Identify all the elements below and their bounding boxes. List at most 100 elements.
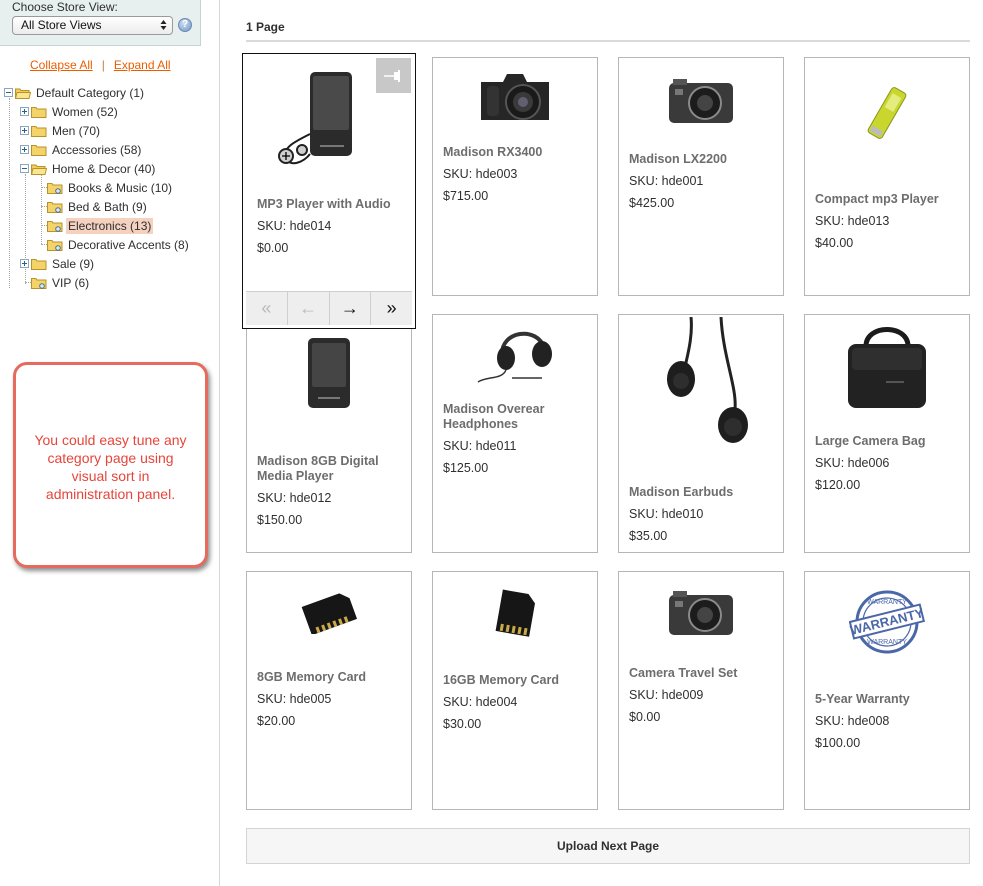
folder-open-icon bbox=[31, 163, 47, 175]
memory-card-image bbox=[257, 582, 401, 642]
expand-toggle-icon[interactable] bbox=[20, 107, 29, 116]
move-first-button[interactable]: « bbox=[246, 292, 288, 325]
heading-divider bbox=[246, 40, 970, 42]
headphones-image bbox=[443, 319, 587, 387]
product-card[interactable]: Madison Overear Headphones SKU: hde011 $… bbox=[432, 314, 598, 553]
product-card[interactable]: 8GB Memory Card SKU: hde005 $20.00 bbox=[246, 571, 412, 810]
tree-node-label: Electronics (13) bbox=[66, 217, 154, 234]
pin-button[interactable] bbox=[376, 58, 411, 93]
product-price: $425.00 bbox=[629, 196, 675, 210]
collapse-toggle-icon[interactable] bbox=[20, 164, 29, 173]
tree-node-decorative-accents[interactable]: Decorative Accents (8) bbox=[47, 236, 191, 253]
product-sku: SKU: hde011 bbox=[443, 439, 517, 453]
product-price: $30.00 bbox=[443, 717, 482, 731]
tree-node-label: Home & Decor (40) bbox=[52, 161, 156, 176]
product-card[interactable]: Madison RX3400 SKU: hde003 $715.00 bbox=[432, 57, 598, 296]
expand-toggle-icon[interactable] bbox=[20, 126, 29, 135]
camera-bag-image bbox=[815, 317, 959, 413]
product-card[interactable]: Compact mp3 Player SKU: hde013 $40.00 bbox=[804, 57, 970, 296]
product-card[interactable]: Large Camera Bag SKU: hde006 $120.00 bbox=[804, 314, 970, 553]
upload-next-page-button[interactable]: Upload Next Page bbox=[246, 828, 970, 864]
tree-node-women[interactable]: Women (52) bbox=[20, 103, 120, 120]
folder-icon bbox=[31, 106, 47, 118]
help-icon[interactable]: ? bbox=[178, 18, 192, 32]
expand-toggle-icon[interactable] bbox=[20, 145, 29, 154]
product-sku: SKU: hde001 bbox=[629, 174, 704, 188]
product-card[interactable]: 16GB Memory Card SKU: hde004 $30.00 bbox=[432, 571, 598, 810]
product-price: $100.00 bbox=[815, 736, 861, 750]
product-name: Camera Travel Set bbox=[629, 666, 738, 680]
double-left-arrow-icon: « bbox=[261, 298, 272, 318]
tree-node-default-category[interactable]: Default Category (1) bbox=[4, 84, 146, 101]
stamp-top-text: WARRANTY bbox=[867, 599, 907, 606]
product-sku: SKU: hde006 bbox=[815, 456, 890, 470]
double-right-arrow-icon: » bbox=[386, 298, 397, 318]
tree-node-vip[interactable]: VIP (6) bbox=[31, 274, 91, 291]
stamp-bottom-text: WARRANTY bbox=[867, 639, 907, 646]
warranty-stamp-image: WARRANTY WARRANTY WARRANTY bbox=[815, 582, 959, 662]
tree-node-electronics[interactable]: Electronics (13) bbox=[47, 217, 154, 234]
tree-node-label: VIP (6) bbox=[52, 275, 90, 290]
collapse-toggle-icon[interactable] bbox=[4, 88, 13, 97]
product-card[interactable]: MP3 Player with Audio SKU: hde014 $0.00 … bbox=[242, 53, 416, 329]
tree-node-bed-bath[interactable]: Bed & Bath (9) bbox=[47, 198, 149, 215]
dslr-camera-image bbox=[443, 60, 587, 130]
product-sku: SKU: hde008 bbox=[815, 714, 890, 728]
move-controls: « ← → » bbox=[246, 291, 412, 325]
product-sku: SKU: hde014 bbox=[257, 219, 332, 233]
folder-search-icon bbox=[47, 239, 63, 251]
product-card[interactable]: Madison 8GB Digital Media Player SKU: hd… bbox=[246, 314, 412, 553]
usb-mp3-image bbox=[815, 78, 959, 148]
move-right-button[interactable]: → bbox=[329, 292, 372, 325]
collapse-all-link[interactable]: Collapse All bbox=[30, 58, 93, 72]
product-price: $120.00 bbox=[815, 478, 861, 492]
tree-node-label: Decorative Accents (8) bbox=[68, 237, 189, 252]
select-arrows-icon bbox=[160, 20, 167, 30]
product-price: $125.00 bbox=[443, 461, 489, 475]
tree-node-books-music[interactable]: Books & Music (10) bbox=[47, 179, 174, 196]
product-name: 16GB Memory Card bbox=[443, 673, 560, 687]
product-price: $715.00 bbox=[443, 189, 489, 203]
tree-node-label: Bed & Bath (9) bbox=[68, 199, 147, 214]
tree-node-label: Default Category (1) bbox=[36, 85, 145, 100]
left-arrow-icon: ← bbox=[299, 298, 318, 318]
move-left-button[interactable]: ← bbox=[287, 292, 330, 325]
product-card[interactable]: Camera Travel Set SKU: hde009 $0.00 bbox=[618, 571, 784, 810]
product-card[interactable]: Madison LX2200 SKU: hde001 $425.00 bbox=[618, 57, 784, 296]
right-arrow-icon: → bbox=[340, 298, 359, 318]
product-sku: SKU: hde010 bbox=[629, 507, 704, 521]
expand-all-link[interactable]: Expand All bbox=[114, 58, 171, 72]
earbuds-image bbox=[629, 315, 773, 453]
product-name: Compact mp3 Player bbox=[815, 192, 939, 206]
sidebar: Choose Store View: All Store Views ? Col… bbox=[0, 0, 220, 886]
product-sku: SKU: hde013 bbox=[815, 214, 890, 228]
compact-camera-image bbox=[629, 64, 773, 140]
folder-search-icon bbox=[47, 220, 63, 232]
product-name: Madison LX2200 bbox=[629, 152, 727, 166]
folder-icon bbox=[31, 144, 47, 156]
product-name: Large Camera Bag bbox=[815, 434, 926, 448]
product-name: MP3 Player with Audio bbox=[257, 197, 391, 211]
tree-node-sale[interactable]: Sale (9) bbox=[20, 255, 96, 272]
store-view-value: All Store Views bbox=[21, 18, 102, 32]
tree-node-home-decor[interactable]: Home & Decor (40) bbox=[20, 160, 157, 177]
product-name: Madison 8GB Digital Media Player bbox=[257, 454, 379, 483]
product-price: $150.00 bbox=[257, 513, 303, 527]
product-name: 5-Year Warranty bbox=[815, 692, 910, 706]
expand-toggle-icon[interactable] bbox=[20, 259, 29, 268]
product-sku: SKU: hde005 bbox=[257, 692, 332, 706]
tree-node-men[interactable]: Men (70) bbox=[20, 122, 102, 139]
product-price: $35.00 bbox=[629, 529, 668, 543]
product-price: $0.00 bbox=[257, 241, 289, 255]
product-sku: SKU: hde009 bbox=[629, 688, 704, 702]
media-player-image bbox=[257, 333, 401, 413]
tree-node-accessories[interactable]: Accessories (58) bbox=[20, 141, 143, 158]
product-price: $0.00 bbox=[629, 710, 661, 724]
store-view-select[interactable]: All Store Views bbox=[12, 16, 173, 35]
tree-node-label: Sale (9) bbox=[52, 256, 95, 271]
page-heading: 1 Page bbox=[246, 20, 285, 34]
product-card[interactable]: WARRANTY WARRANTY WARRANTY 5-Year Warran… bbox=[804, 571, 970, 810]
memory-card-image bbox=[443, 584, 587, 642]
move-last-button[interactable]: » bbox=[371, 292, 412, 325]
product-card[interactable]: Madison Earbuds SKU: hde010 $35.00 bbox=[618, 314, 784, 553]
